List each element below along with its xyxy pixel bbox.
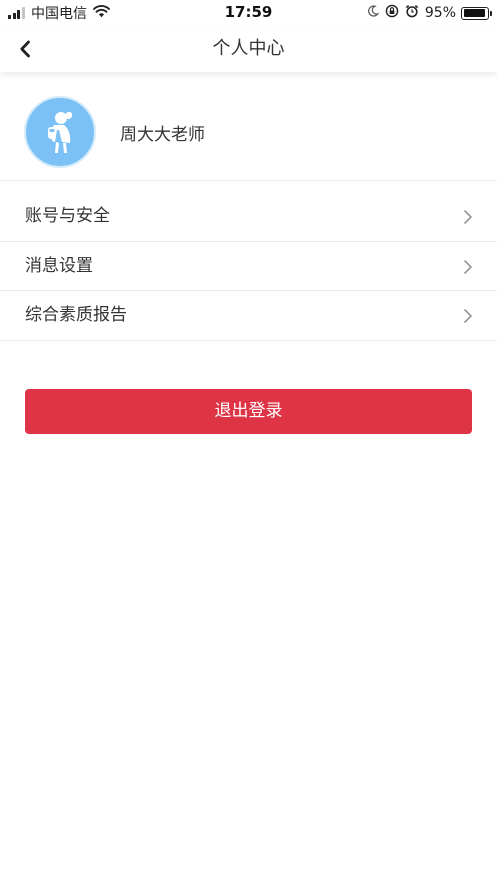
menu-item-quality-report[interactable]: 综合素质报告 [0, 291, 497, 341]
battery-icon [461, 6, 492, 20]
profile-header[interactable]: 周大大老师 [0, 72, 497, 181]
avatar[interactable] [24, 96, 96, 168]
chevron-right-icon [464, 210, 472, 224]
logout-button[interactable]: 退出登录 [25, 389, 472, 434]
chevron-left-icon [20, 40, 30, 58]
chevron-right-icon [464, 259, 472, 274]
nav-bar: 个人中心 [0, 26, 497, 72]
battery-percent: 95% [424, 5, 456, 21]
username: 周大大老师 [120, 125, 205, 145]
student-figure-icon [48, 111, 73, 153]
menu-item-label: 消息设置 [25, 255, 93, 276]
chevron-right-icon [464, 309, 472, 323]
menu-item-account-security[interactable]: 账号与安全 [0, 192, 497, 242]
settings-menu: 账号与安全 消息设置 综合素质报告 [0, 192, 497, 341]
menu-item-label: 账号与安全 [25, 206, 110, 226]
page-title: 个人中心 [212, 38, 285, 59]
back-button[interactable] [10, 34, 40, 64]
menu-item-message-settings[interactable]: 消息设置 [0, 242, 497, 291]
alarm-icon [405, 4, 419, 22]
status-bar: 中国电信 17:59 95% [0, 0, 497, 26]
menu-item-label: 综合素质报告 [25, 305, 127, 325]
orientation-lock-icon [385, 4, 399, 22]
moon-icon [367, 5, 380, 21]
status-right: 95% [361, 4, 492, 22]
